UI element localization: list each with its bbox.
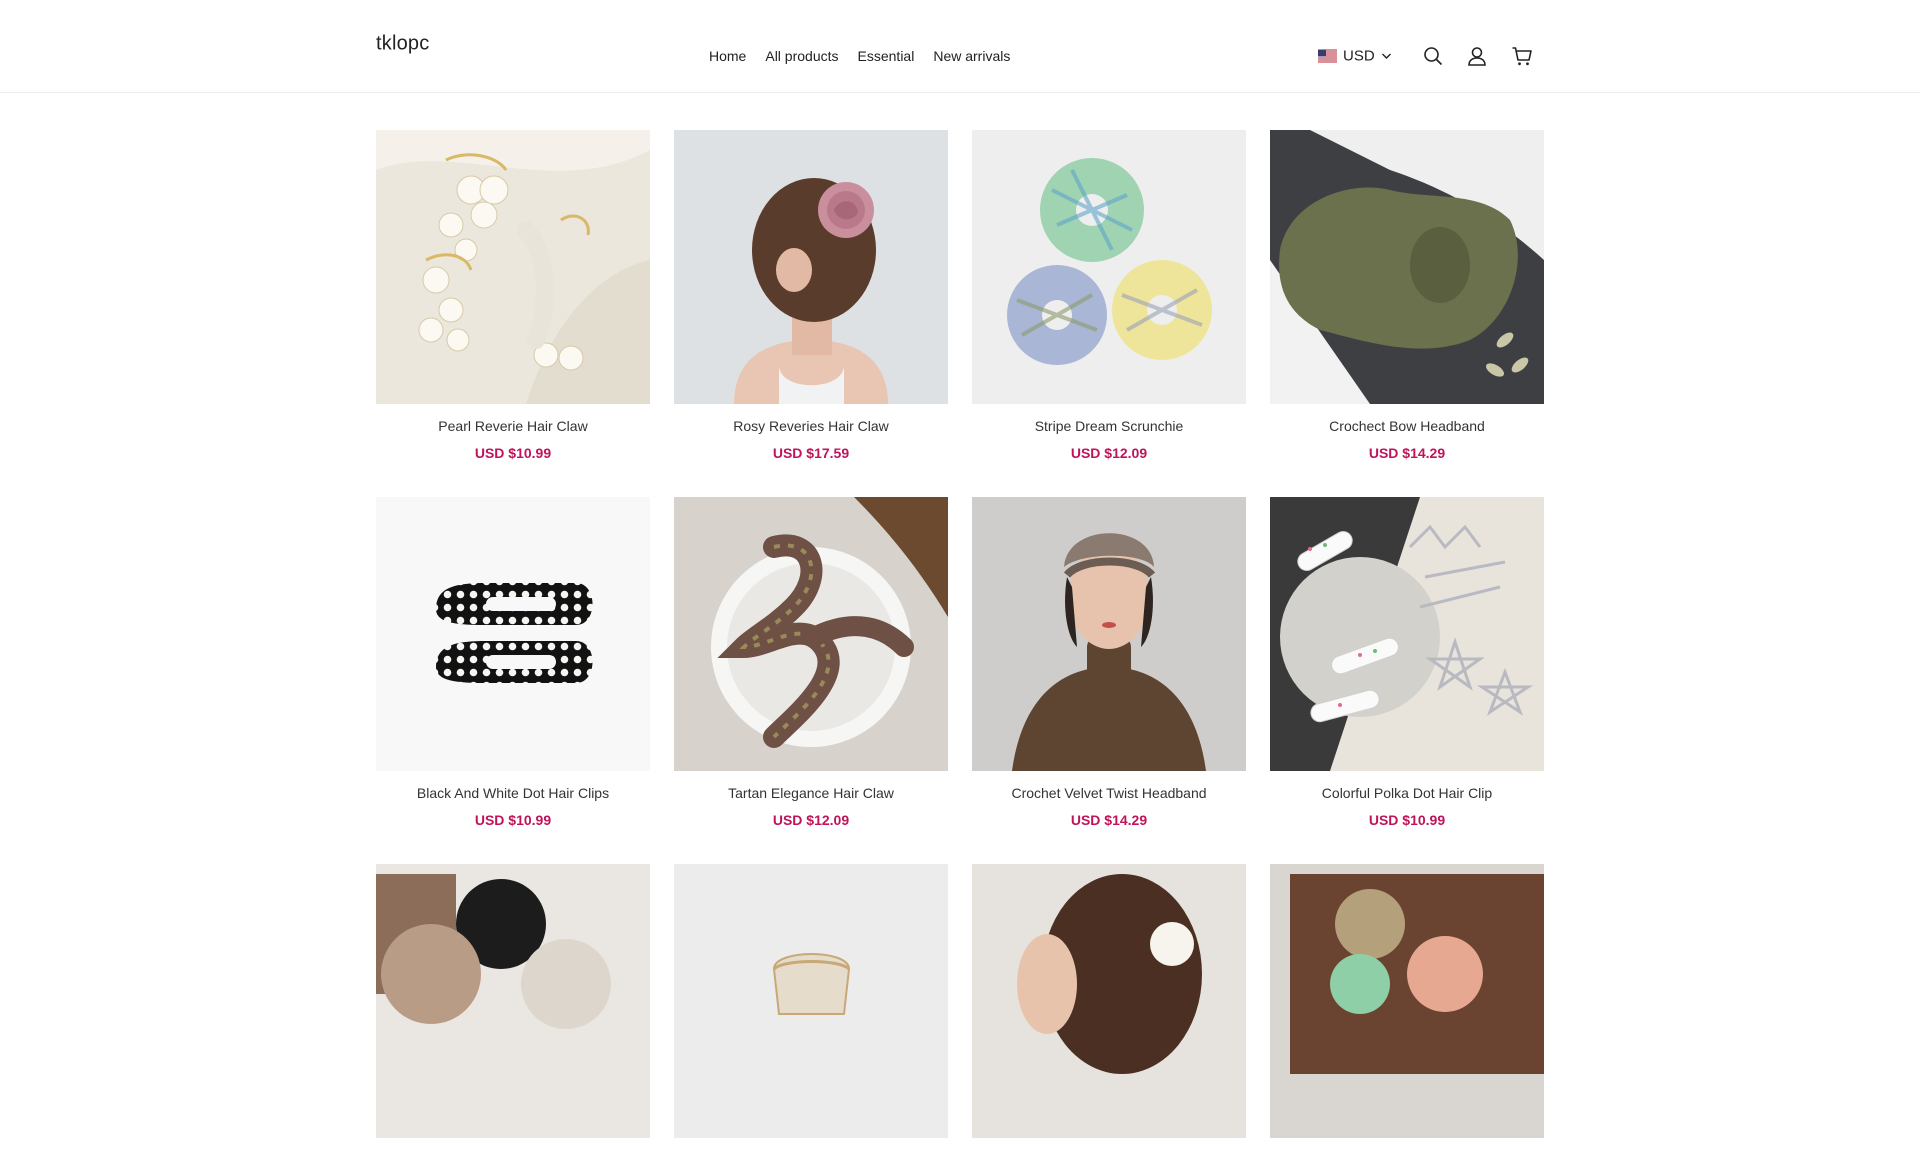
cart-icon[interactable]	[1511, 45, 1533, 67]
product-price: USD $12.09	[1070, 445, 1148, 461]
dot-hair-clips-image	[376, 497, 650, 771]
tartan-hair-claw-image	[674, 497, 948, 771]
product-title[interactable]: Rosy Reveries Hair Claw	[674, 417, 948, 435]
product-image[interactable]	[376, 497, 650, 771]
velvet-headband-image	[972, 497, 1246, 771]
product-card[interactable]: Crochet Velvet Twist Headband USD $14.29	[972, 497, 1246, 829]
pearl-hair-claw-image	[376, 130, 650, 404]
product-price: USD $10.99	[474, 812, 552, 828]
product-title[interactable]: Tartan Elegance Hair Claw	[674, 784, 948, 802]
product-image[interactable]	[376, 130, 650, 404]
product-card[interactable]	[674, 864, 948, 1151]
product-title[interactable]: Crochet Velvet Twist Headband	[972, 784, 1246, 802]
product-grid: Pearl Reverie Hair Claw USD $10.99 Rosy …	[376, 130, 1544, 1151]
product-image[interactable]	[972, 497, 1246, 771]
product-card[interactable]: Pearl Reverie Hair Claw USD $10.99	[376, 130, 650, 462]
woman-scrunchie-image	[972, 864, 1246, 1138]
search-icon[interactable]	[1422, 45, 1444, 67]
currency-label: USD	[1343, 47, 1375, 65]
crochet-headband-image	[1270, 130, 1544, 404]
account-icon[interactable]	[1466, 45, 1488, 67]
nav-new-arrivals[interactable]: New arrivals	[933, 48, 1010, 64]
product-price: USD $12.09	[772, 812, 850, 828]
nav-essential[interactable]: Essential	[858, 48, 915, 64]
product-price: USD $17.59	[772, 445, 850, 461]
product-image[interactable]	[1270, 497, 1544, 771]
product-image[interactable]	[972, 130, 1246, 404]
product-price: USD $10.99	[474, 445, 552, 461]
product-card[interactable]: Rosy Reveries Hair Claw USD $17.59	[674, 130, 948, 462]
product-image[interactable]	[674, 864, 948, 1138]
nav-all-products[interactable]: All products	[765, 48, 838, 64]
clear-hair-claw-image	[674, 864, 948, 1138]
product-image[interactable]	[674, 130, 948, 404]
product-image[interactable]	[1270, 130, 1544, 404]
product-card[interactable]: Crochect Bow Headband USD $14.29	[1270, 130, 1544, 462]
product-title[interactable]: Colorful Polka Dot Hair Clip	[1270, 784, 1544, 802]
currency-selector[interactable]: USD	[1318, 48, 1392, 65]
product-price: USD $10.99	[1368, 812, 1446, 828]
product-card[interactable]: Stripe Dream Scrunchie USD $12.09	[972, 130, 1246, 462]
product-card[interactable]: Colorful Polka Dot Hair Clip USD $10.99	[1270, 497, 1544, 829]
product-image[interactable]	[376, 864, 650, 1138]
stripe-scrunchie-image	[972, 130, 1246, 404]
product-card[interactable]	[1270, 864, 1544, 1151]
polka-dot-hair-clip-image	[1270, 497, 1544, 771]
product-title[interactable]: Crochect Bow Headband	[1270, 417, 1544, 435]
product-image[interactable]	[972, 864, 1246, 1138]
product-card[interactable]	[972, 864, 1246, 1151]
site-header: tklopc Home All products Essential New a…	[0, 0, 1920, 93]
nav-home[interactable]: Home	[709, 48, 746, 64]
product-image[interactable]	[1270, 864, 1544, 1138]
store-logo[interactable]: tklopc	[376, 33, 429, 56]
us-flag-icon	[1318, 49, 1337, 63]
chevron-down-icon	[1381, 53, 1391, 59]
flower-hair-claws-image	[1270, 864, 1544, 1138]
product-image[interactable]	[674, 497, 948, 771]
product-title[interactable]: Stripe Dream Scrunchie	[972, 417, 1246, 435]
product-price: USD $14.29	[1368, 445, 1446, 461]
product-card[interactable]	[376, 864, 650, 1151]
product-card[interactable]: Black And White Dot Hair Clips USD $10.9…	[376, 497, 650, 829]
product-title[interactable]: Black And White Dot Hair Clips	[376, 784, 650, 802]
fluffy-scrunchie-image	[376, 864, 650, 1138]
product-price: USD $14.29	[1070, 812, 1148, 828]
main-nav: Home All products Essential New arrivals	[709, 48, 1010, 64]
rose-hair-claw-image	[674, 130, 948, 404]
product-listing: Pearl Reverie Hair Claw USD $10.99 Rosy …	[376, 130, 1544, 1151]
product-title[interactable]: Pearl Reverie Hair Claw	[376, 417, 650, 435]
product-card[interactable]: Tartan Elegance Hair Claw USD $12.09	[674, 497, 948, 829]
